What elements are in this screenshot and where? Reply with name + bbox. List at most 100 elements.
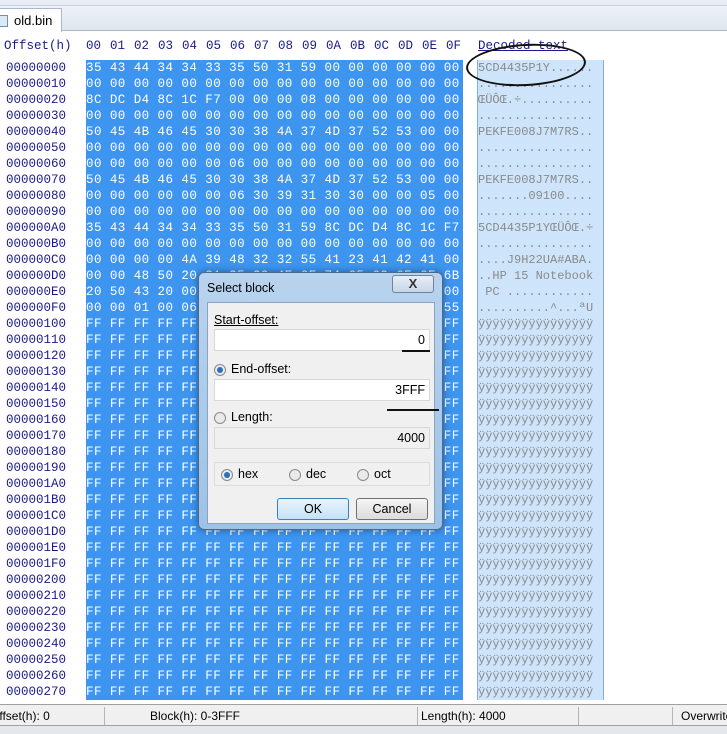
length-radio[interactable]: Length: (214, 410, 273, 424)
row-decoded-text: ................ (477, 236, 604, 252)
hex-row[interactable]: 00000250 FF FF FF FF FF FF FF FF FF FF FF… (0, 652, 727, 668)
row-hex-bytes: 50 45 4B 46 45 30 30 38 4A 37 4D 37 52 5… (86, 172, 463, 188)
row-decoded-text: ÿÿÿÿÿÿÿÿÿÿÿÿÿÿÿÿ (477, 476, 604, 492)
column-header: 01 (110, 39, 126, 53)
row-hex-bytes: FF FF FF FF FF FF FF FF FF FF FF FF FF F… (86, 540, 463, 556)
row-decoded-text: PEKFE008J7M7RS.. (477, 124, 604, 140)
hex-row[interactable]: 00000260 FF FF FF FF FF FF FF FF FF FF FF… (0, 668, 727, 684)
row-decoded-text: ÿÿÿÿÿÿÿÿÿÿÿÿÿÿÿÿ (477, 556, 604, 572)
row-offset: 00000110 (6, 333, 67, 347)
tab-bar: old.bin (0, 6, 727, 32)
row-decoded-text: ÿÿÿÿÿÿÿÿÿÿÿÿÿÿÿÿ (477, 684, 604, 700)
row-decoded-text: ÿÿÿÿÿÿÿÿÿÿÿÿÿÿÿÿ (477, 412, 604, 428)
hex-row[interactable]: 000000C0 00 00 00 00 4A 39 48 32 32 55 41… (0, 252, 727, 268)
row-offset: 00000240 (6, 637, 67, 651)
row-hex-bytes: FF FF FF FF FF FF FF FF FF FF FF FF FF F… (86, 604, 463, 620)
row-offset: 00000090 (6, 205, 67, 219)
start-offset-input[interactable]: 0 (214, 329, 430, 351)
row-decoded-text: ÿÿÿÿÿÿÿÿÿÿÿÿÿÿÿÿ (477, 668, 604, 684)
row-decoded-text: ................ (477, 76, 604, 92)
row-offset: 00000190 (6, 461, 67, 475)
row-offset: 000000D0 (6, 269, 67, 283)
hex-row[interactable]: 00000240 FF FF FF FF FF FF FF FF FF FF FF… (0, 636, 727, 652)
row-decoded-text: ŒÜÔŒ.÷.......... (477, 92, 604, 108)
ink-underline-annotation (387, 409, 439, 411)
dec-radio[interactable]: dec (289, 467, 326, 481)
hex-row[interactable]: 00000010 00 00 00 00 00 00 00 00 00 00 00… (0, 76, 727, 92)
end-offset-input[interactable]: 3FFF (214, 379, 430, 401)
row-offset: 00000220 (6, 605, 67, 619)
row-decoded-text: ÿÿÿÿÿÿÿÿÿÿÿÿÿÿÿÿ (477, 428, 604, 444)
hex-row[interactable]: 00000210 FF FF FF FF FF FF FF FF FF FF FF… (0, 588, 727, 604)
status-offset: Offset(h): 0 (0, 709, 50, 723)
row-offset: 000000C0 (6, 253, 67, 267)
hex-row[interactable]: 00000090 00 00 00 00 00 00 00 00 00 00 00… (0, 204, 727, 220)
row-hex-bytes: 35 43 44 34 34 33 35 50 31 59 00 00 00 0… (86, 60, 463, 76)
cancel-button[interactable]: Cancel (356, 498, 428, 520)
row-hex-bytes: 00 00 00 00 00 00 00 00 00 00 00 00 00 0… (86, 76, 463, 92)
hex-row[interactable]: 000001F0 FF FF FF FF FF FF FF FF FF FF FF… (0, 556, 727, 572)
ok-button[interactable]: OK (277, 498, 349, 520)
row-offset: 00000250 (6, 653, 67, 667)
hex-radio[interactable]: hex (221, 467, 258, 481)
file-icon (0, 14, 8, 27)
tab-old-bin[interactable]: old.bin (0, 8, 62, 32)
row-offset: 000001D0 (6, 525, 67, 539)
column-header: 02 (134, 39, 150, 53)
length-input: 4000 (214, 427, 430, 449)
hex-row[interactable]: 00000050 00 00 00 00 00 00 00 00 00 00 00… (0, 140, 727, 156)
row-offset: 00000270 (6, 685, 67, 699)
hex-row[interactable]: 00000060 00 00 00 00 00 00 06 00 00 00 00… (0, 156, 727, 172)
row-decoded-text: ÿÿÿÿÿÿÿÿÿÿÿÿÿÿÿÿ (477, 572, 604, 588)
row-decoded-text: ÿÿÿÿÿÿÿÿÿÿÿÿÿÿÿÿ (477, 460, 604, 476)
oct-radio[interactable]: oct (357, 467, 391, 481)
row-offset: 000000E0 (6, 285, 67, 299)
dec-label: dec (306, 467, 327, 481)
close-button[interactable]: X (392, 275, 434, 293)
row-offset: 000001E0 (6, 541, 67, 555)
hex-row[interactable]: 000001E0 FF FF FF FF FF FF FF FF FF FF FF… (0, 540, 727, 556)
row-decoded-text: ÿÿÿÿÿÿÿÿÿÿÿÿÿÿÿÿ (477, 364, 604, 380)
status-bar: Offset(h): 0 Block(h): 0-3FFF Length(h):… (0, 704, 727, 726)
status-mode: Overwrite (681, 709, 727, 723)
row-offset: 00000170 (6, 429, 67, 443)
row-offset: 00000030 (6, 109, 67, 123)
row-offset: 00000140 (6, 381, 67, 395)
row-decoded-text: ................ (477, 156, 604, 172)
end-offset-radio[interactable]: End-offset: (214, 362, 291, 376)
hex-row[interactable]: 00000080 00 00 00 00 00 00 06 30 39 31 30… (0, 188, 727, 204)
row-hex-bytes: 00 00 00 00 00 00 00 00 00 00 00 00 00 0… (86, 140, 463, 156)
row-offset: 000001A0 (6, 477, 67, 491)
hex-row[interactable]: 00000270 FF FF FF FF FF FF FF FF FF FF FF… (0, 684, 727, 700)
row-decoded-text: 5CD4435P1Y...... (477, 60, 604, 76)
row-decoded-text: ..........^...ªU (477, 300, 604, 316)
hex-row[interactable]: 00000030 00 00 00 00 00 00 00 00 00 00 00… (0, 108, 727, 124)
row-offset: 00000120 (6, 349, 67, 363)
row-decoded-text: ÿÿÿÿÿÿÿÿÿÿÿÿÿÿÿÿ (477, 652, 604, 668)
row-offset: 00000010 (6, 77, 67, 91)
radio-unchecked-icon (289, 468, 301, 481)
hex-row[interactable]: 00000070 50 45 4B 46 45 30 30 38 4A 37 4D… (0, 172, 727, 188)
hex-row[interactable]: 00000000 35 43 44 34 34 33 35 50 31 59 00… (0, 60, 727, 76)
row-decoded-text: ÿÿÿÿÿÿÿÿÿÿÿÿÿÿÿÿ (477, 524, 604, 540)
hex-row[interactable]: 000000B0 00 00 00 00 00 00 00 00 00 00 00… (0, 236, 727, 252)
hex-row[interactable]: 00000220 FF FF FF FF FF FF FF FF FF FF FF… (0, 604, 727, 620)
hex-row[interactable]: 00000040 50 45 4B 46 45 30 30 38 4A 37 4D… (0, 124, 727, 140)
number-base-group: hex dec oct (214, 462, 430, 486)
hex-row[interactable]: 00000020 8C DC D4 8C 1C F7 00 00 00 08 00… (0, 92, 727, 108)
column-header: 0A (326, 39, 342, 53)
column-header: 08 (278, 39, 294, 53)
row-hex-bytes: FF FF FF FF FF FF FF FF FF FF FF FF FF F… (86, 636, 463, 652)
hex-row[interactable]: 00000200 FF FF FF FF FF FF FF FF FF FF FF… (0, 572, 727, 588)
row-decoded-text: ÿÿÿÿÿÿÿÿÿÿÿÿÿÿÿÿ (477, 492, 604, 508)
oct-label: oct (374, 467, 391, 481)
column-header: 09 (302, 39, 318, 53)
hex-row[interactable]: 00000230 FF FF FF FF FF FF FF FF FF FF FF… (0, 620, 727, 636)
window-bottom-edge (0, 726, 727, 734)
hex-row[interactable]: 000000A0 35 43 44 34 34 33 35 50 31 59 8C… (0, 220, 727, 236)
row-hex-bytes: 00 00 00 00 00 00 00 00 00 00 00 00 00 0… (86, 204, 463, 220)
dialog-body: Start-offset: 0 End-offset: 3FFF Length:… (207, 302, 435, 524)
status-length: Length(h): 4000 (421, 709, 506, 723)
row-decoded-text: ....J9H22UA#ABA. (477, 252, 604, 268)
row-offset: 00000070 (6, 173, 67, 187)
